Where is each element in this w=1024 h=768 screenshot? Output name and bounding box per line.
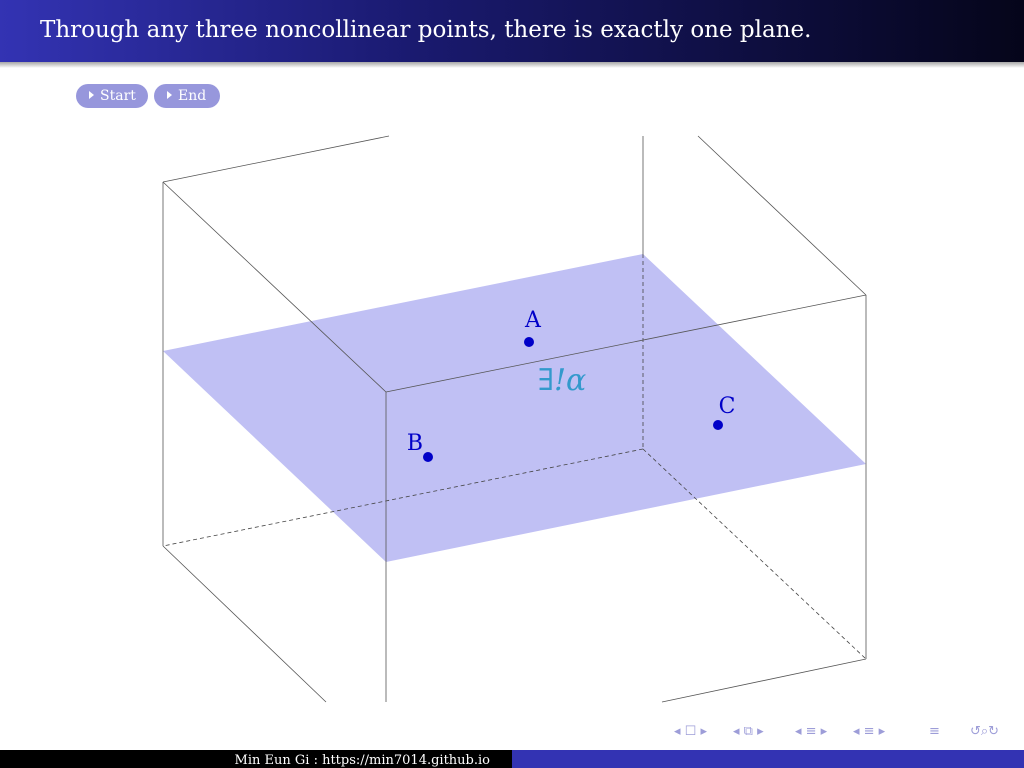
- footer-right-bar: [512, 750, 1024, 768]
- subsection-nav-icon[interactable]: ◂ ≡ ▸: [795, 724, 827, 739]
- point-c-label: C: [719, 394, 736, 419]
- point-a-label: A: [524, 308, 542, 333]
- plane-diagram: A B C ∃!α: [162, 135, 867, 703]
- footer-credit: Min Eun Gi : https://min7014.github.io: [234, 753, 490, 768]
- frame-nav-icon[interactable]: ◂ ⧉ ▸: [733, 724, 764, 739]
- plane-label: ∃!α: [538, 363, 587, 398]
- point-c: [713, 420, 723, 430]
- plane-alpha: [163, 254, 866, 562]
- point-b: [423, 452, 433, 462]
- outline-icon[interactable]: ≡: [929, 724, 940, 739]
- search-icon[interactable]: ↺⌕↻: [970, 724, 999, 739]
- point-b-label: B: [407, 431, 423, 456]
- point-a: [524, 337, 534, 347]
- slide-nav-icon[interactable]: ◂ ☐ ▸: [674, 724, 707, 739]
- section-nav-icon[interactable]: ◂ ≡ ▸: [853, 724, 885, 739]
